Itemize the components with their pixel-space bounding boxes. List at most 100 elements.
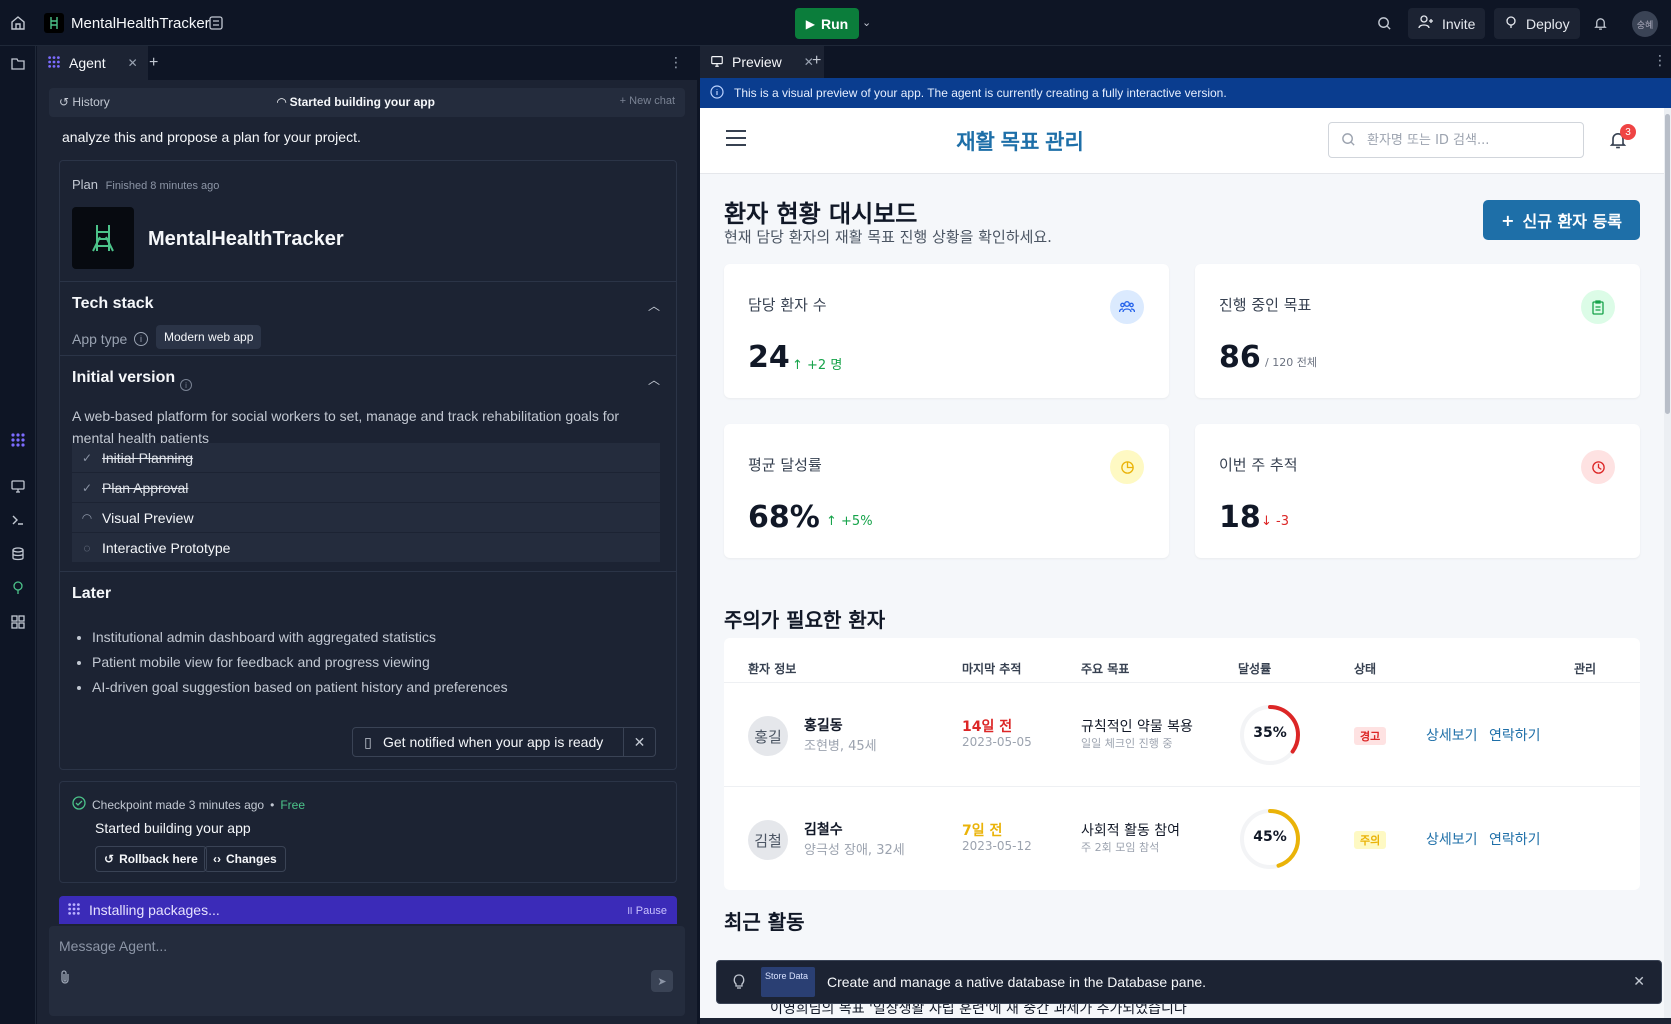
deploy-rail-icon[interactable] <box>8 578 28 598</box>
step-label: Interactive Prototype <box>102 539 231 556</box>
stat-card-tracking: 이번 주 추적 18 ↓ -3 <box>1195 424 1640 558</box>
invite-label: Invite <box>1442 15 1476 32</box>
apps-grid-icon[interactable] <box>8 612 28 632</box>
delta-text: +5% <box>841 514 873 529</box>
history-button[interactable]: ↺ History <box>59 95 110 109</box>
agent-icon[interactable] <box>8 430 28 450</box>
more-icon[interactable]: ⋮ <box>669 54 683 71</box>
notify-button[interactable]: ▯ Get notified when your app is ready ✕ <box>352 727 656 757</box>
tab-preview[interactable]: Preview ✕ <box>700 46 824 78</box>
code-icon: ‹› <box>213 852 221 866</box>
contact-link[interactable]: 연락하기 <box>1489 829 1541 849</box>
main-goal: 사회적 활동 참여 <box>1081 823 1181 839</box>
send-icon[interactable]: ➤ <box>651 970 673 992</box>
pause-icon: ॥ <box>626 905 633 917</box>
checkpoint-header: Checkpoint made 3 minutes ago • Free <box>72 796 305 813</box>
new-patient-label: 신규 환자 등록 <box>1522 212 1622 231</box>
notification-count-badge: 3 <box>1620 124 1636 140</box>
new-chat-label: New chat <box>629 95 675 107</box>
project-name: MentalHealthTracker <box>148 228 344 250</box>
step-label: Initial Planning <box>102 449 194 466</box>
patient-info: 양극성 장애, 32세 <box>804 843 905 858</box>
chevron-up-icon[interactable]: ︿ <box>648 371 660 388</box>
agent-tab-label: Agent <box>69 55 106 71</box>
home-icon[interactable] <box>8 13 28 33</box>
monitor-icon[interactable] <box>8 476 28 496</box>
table-row[interactable]: 홍길 홍길동 조현병, 45세 14일 전 2023-05-05 규칙적인 약물… <box>724 682 1640 786</box>
message-input[interactable] <box>49 926 685 966</box>
deploy-icon <box>1504 15 1518 32</box>
progress-ring: 45% <box>1238 807 1302 871</box>
dashboard-title: 환자 현황 대시보드 <box>724 200 918 228</box>
database-tip-toast: Store Data Create and manage a native da… <box>716 960 1662 1004</box>
plan-header: Plan Finished 8 minutes ago <box>72 177 219 192</box>
more-icon[interactable]: ⋮ <box>1653 52 1667 69</box>
search-icon[interactable] <box>1374 13 1394 33</box>
patient-search <box>1328 122 1584 158</box>
info-icon[interactable]: i <box>180 379 192 391</box>
app-type-badge: Modern web app <box>156 325 262 349</box>
terminal-icon[interactable] <box>8 510 28 530</box>
divider <box>60 281 676 282</box>
stat-value: 86 <box>1219 340 1261 375</box>
table-row[interactable]: 김철 김철수 양극성 장애, 32세 7일 전 2023-05-12 사회적 활… <box>724 786 1640 890</box>
close-icon[interactable]: ✕ <box>623 728 655 756</box>
chevron-down-icon[interactable]: ⌄ <box>862 16 871 29</box>
detail-link[interactable]: 상세보기 <box>1426 725 1478 745</box>
new-patient-button[interactable]: + 신규 환자 등록 <box>1483 200 1640 240</box>
run-button[interactable]: ▶ Run <box>795 8 859 39</box>
invite-button[interactable]: Invite <box>1408 8 1486 39</box>
installing-label: Installing packages... <box>89 902 220 918</box>
plan-finished-time: Finished 8 minutes ago <box>105 180 220 192</box>
list-item: Patient mobile view for feedback and pro… <box>92 654 508 670</box>
scrollbar-thumb[interactable] <box>1665 114 1670 414</box>
files-icon[interactable] <box>8 54 28 74</box>
deploy-button[interactable]: Deploy <box>1494 8 1580 39</box>
rollback-button[interactable]: ↺ Rollback here <box>95 846 207 872</box>
detail-link[interactable]: 상세보기 <box>1426 829 1478 849</box>
history-label: History <box>72 95 110 109</box>
add-tab-icon[interactable]: + <box>149 54 158 72</box>
agent-panel: Agent ✕ + ⋮ ↺ History ◠ Started building… <box>37 46 697 1024</box>
close-icon[interactable]: ✕ <box>1633 973 1645 990</box>
app-name[interactable]: MentalHealthTracker <box>71 15 210 32</box>
preview-banner: This is a visual preview of your app. Th… <box>700 78 1671 108</box>
stat-card-goals: 진행 중인 목표 86 / 120 전체 <box>1195 264 1640 398</box>
contact-link[interactable]: 연락하기 <box>1489 725 1541 745</box>
status-badge: 경고 <box>1354 727 1387 745</box>
database-icon[interactable] <box>8 544 28 564</box>
preview-tab-label: Preview <box>732 54 782 70</box>
bell-icon[interactable] <box>1590 13 1610 33</box>
store-data-thumbnail: Store Data <box>761 967 815 997</box>
free-badge: Free <box>280 797 305 812</box>
stat-card-patients: 담당 환자 수 24 ↑ +2 명 <box>724 264 1169 398</box>
installing-bar: Installing packages... ॥ Pause <box>59 896 677 924</box>
workspace-switch-icon[interactable] <box>206 13 226 33</box>
history-icon: ↺ <box>104 852 115 866</box>
paperclip-icon[interactable] <box>59 970 71 987</box>
tab-agent[interactable]: Agent ✕ <box>37 46 148 80</box>
chevron-up-icon[interactable]: ︿ <box>648 297 660 314</box>
pause-button[interactable]: ॥ Pause <box>626 903 667 918</box>
new-chat-button[interactable]: + New chat <box>620 95 675 107</box>
stat-delta: ↑ +2 명 <box>792 358 843 373</box>
later-title: Later <box>72 585 112 602</box>
app-title: 재활 목표 관리 <box>956 131 1084 154</box>
info-icon[interactable]: i <box>134 332 148 346</box>
list-item: Institutional admin dashboard with aggre… <box>92 629 508 645</box>
divider <box>60 355 676 356</box>
search-input[interactable] <box>1367 123 1577 157</box>
app-header: 재활 목표 관리 3 <box>700 108 1664 174</box>
stat-label: 이번 주 추적 <box>1219 456 1298 474</box>
add-tab-icon[interactable]: + <box>812 52 821 70</box>
tech-stack-title[interactable]: Tech stack <box>72 295 154 313</box>
top-bar: MentalHealthTracker ▶ Run ⌄ Invite Deplo… <box>0 0 1671 46</box>
close-icon[interactable]: ✕ <box>128 56 138 70</box>
spinner-icon: ◠ <box>81 510 93 525</box>
initial-version-title[interactable]: Initial version <box>72 369 175 387</box>
avatar[interactable]: 숭혜 <box>1632 11 1658 37</box>
preview-scrollbar[interactable] <box>1664 108 1671 1018</box>
attention-title: 주의가 필요한 환자 <box>724 608 886 632</box>
app-preview-frame: 재활 목표 관리 3 환자 현황 대시보드 현재 담당 환자의 재활 목표 진행… <box>700 108 1664 1018</box>
changes-button[interactable]: ‹› Changes <box>204 846 286 872</box>
